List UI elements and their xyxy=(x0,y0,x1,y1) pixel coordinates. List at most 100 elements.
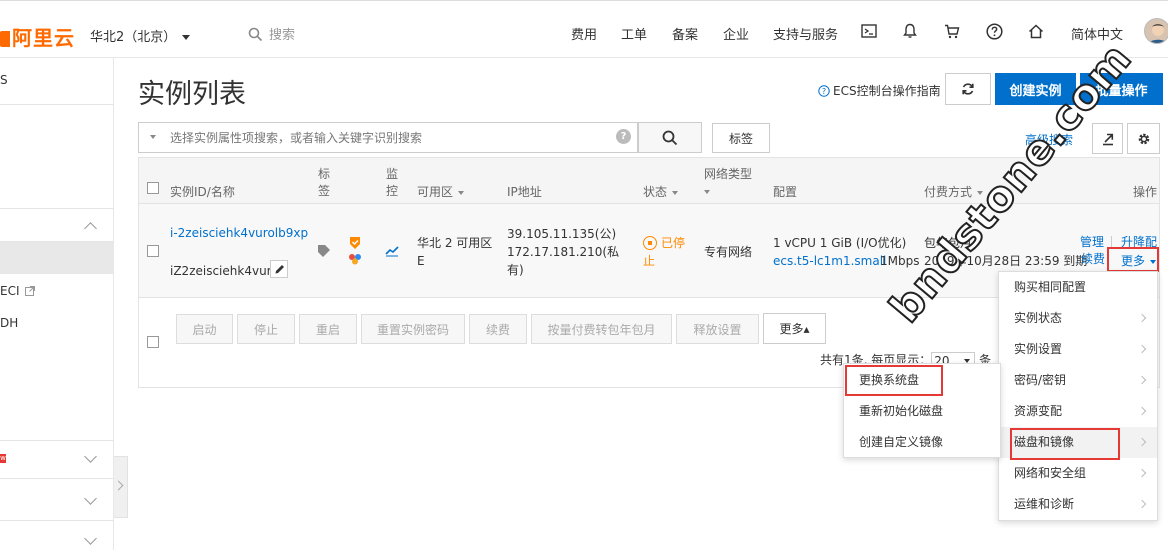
security-icon[interactable] xyxy=(348,236,362,253)
reset-password-button[interactable]: 重置实例密码 xyxy=(361,314,465,344)
region-selector[interactable]: 华北2（北京） xyxy=(90,26,191,45)
nav-tickets[interactable]: 工单 xyxy=(621,24,647,43)
monitor-chart-icon[interactable] xyxy=(385,245,399,260)
menu-item-password-key[interactable]: 密码/密钥 xyxy=(999,365,1157,396)
search-icon xyxy=(662,130,678,145)
sidebar-item-s[interactable]: S xyxy=(0,73,8,87)
divider xyxy=(1111,236,1112,247)
chevron-right-icon xyxy=(1137,344,1147,354)
settings-button[interactable] xyxy=(1127,123,1160,154)
caret-down-icon xyxy=(458,190,465,195)
menu-item-reinit-disk[interactable]: 重新初始化磁盘 xyxy=(844,396,1000,427)
caret-down-icon[interactable] xyxy=(150,135,156,139)
help-icon[interactable]: ? xyxy=(616,129,631,144)
tag-button[interactable]: 标签 xyxy=(712,123,770,153)
external-link-icon xyxy=(24,286,35,296)
menu-item-resource-change[interactable]: 资源变配 xyxy=(999,396,1157,427)
row-checkbox[interactable] xyxy=(147,245,159,257)
stop-button[interactable]: 停止 xyxy=(237,314,295,344)
menu-item-network-security[interactable]: 网络和安全组 xyxy=(999,458,1157,489)
nav-enterprise[interactable]: 企业 xyxy=(723,24,749,43)
chevron-down-icon xyxy=(182,35,191,40)
manage-link[interactable]: 管理 xyxy=(1080,233,1104,251)
select-all-checkbox[interactable] xyxy=(147,182,159,194)
divider xyxy=(0,208,114,209)
menu-item-create-image[interactable]: 创建自定义镜像 xyxy=(844,427,1000,458)
search-icon xyxy=(248,27,263,42)
chevron-right-icon xyxy=(1137,468,1147,478)
convert-billing-button[interactable]: 按量付费转包年包月 xyxy=(531,314,672,344)
column-monitor: 监 控 xyxy=(386,167,399,198)
network-type: 专有网络 xyxy=(704,245,753,259)
nav-support[interactable]: 支持与服务 xyxy=(773,24,838,43)
restart-button[interactable]: 重启 xyxy=(299,314,357,344)
chevron-right-icon xyxy=(1137,375,1147,385)
terminal-icon[interactable] xyxy=(858,20,880,42)
column-ops: 操作 xyxy=(1133,185,1158,199)
column-network[interactable]: 网络类型 xyxy=(704,166,752,200)
stopped-icon xyxy=(643,236,657,250)
console-guide-link[interactable]: ? ECS控制台操作指南 xyxy=(818,82,941,99)
chevron-up-icon[interactable] xyxy=(84,222,97,235)
menu-item-ops-diagnose[interactable]: 运维和诊断 xyxy=(999,489,1157,520)
select-all-bottom-checkbox[interactable] xyxy=(147,336,159,348)
column-config: 配置 xyxy=(773,185,798,199)
chevron-right-icon xyxy=(1137,313,1147,323)
more-menu: 购买相同配置 实例状态 实例设置 密码/密钥 资源变配 磁盘和镜像 网络和安全组… xyxy=(998,271,1158,521)
refresh-button[interactable] xyxy=(945,73,991,105)
instance-id-link[interactable]: i-2zeisciehk4vurolb9xp xyxy=(170,224,308,242)
column-zone[interactable]: 可用区 xyxy=(417,183,465,200)
column-status[interactable]: 状态 xyxy=(643,183,679,200)
highlight-box xyxy=(1010,428,1120,460)
chevron-down-icon[interactable] xyxy=(84,532,97,545)
column-id: 实例ID/名称 xyxy=(170,185,235,199)
instance-type-link[interactable]: ecs.t5-lc1m1.small xyxy=(773,252,886,270)
filter-placeholder: 选择实例属性项搜索，或者输入关键字识别搜索 xyxy=(170,131,423,145)
status-text-2: 止 xyxy=(643,254,656,268)
sidebar-item-dh[interactable]: DH xyxy=(0,316,18,330)
refresh-icon xyxy=(962,83,974,95)
tag-icon[interactable] xyxy=(317,244,332,260)
menu-item-instance-settings[interactable]: 实例设置 xyxy=(999,334,1157,365)
agent-icon[interactable] xyxy=(348,253,362,268)
chevron-right-icon xyxy=(1137,406,1147,416)
export-icon xyxy=(1102,133,1113,145)
help-icon[interactable] xyxy=(983,20,1005,42)
menu-item-buy-same[interactable]: 购买相同配置 xyxy=(999,272,1157,303)
new-badge: w xyxy=(0,454,6,463)
sidebar: S ECI DH w xyxy=(0,58,114,550)
more-button[interactable]: 更多▴ xyxy=(763,313,826,344)
divider xyxy=(0,478,114,479)
edit-name-button[interactable] xyxy=(270,260,288,278)
home-icon[interactable] xyxy=(1025,20,1047,42)
search-button[interactable] xyxy=(638,122,702,153)
sidebar-collapse-toggle[interactable] xyxy=(113,456,128,518)
nav-billing[interactable]: 费用 xyxy=(571,24,597,43)
bell-icon[interactable] xyxy=(899,20,921,42)
chevron-down-icon[interactable] xyxy=(84,450,97,463)
renew-button[interactable]: 续费 xyxy=(469,314,527,344)
renew-link[interactable]: 续费 xyxy=(1081,250,1105,268)
column-ip: IP地址 xyxy=(507,185,542,199)
export-button[interactable] xyxy=(1092,123,1123,154)
status-text: 已停 xyxy=(661,236,686,250)
config-spec: 1 vCPU 1 GiB (I/O优化) xyxy=(773,236,907,250)
top-search[interactable]: 搜索 xyxy=(248,24,295,43)
nav-icp[interactable]: 备案 xyxy=(672,24,698,43)
start-button[interactable]: 启动 xyxy=(176,314,233,344)
logo[interactable]: 阿里云 xyxy=(0,22,75,51)
cart-icon[interactable] xyxy=(941,20,963,42)
sidebar-item-active[interactable] xyxy=(0,242,114,274)
zone-value: 华北 2 可用区 E xyxy=(417,236,493,268)
instance-name: iZ2zeisciehk4vur... xyxy=(170,264,282,278)
avatar[interactable] xyxy=(1144,18,1168,44)
release-setting-button[interactable]: 释放设置 xyxy=(676,314,759,344)
page-title: 实例列表 xyxy=(138,79,246,110)
caret-down-icon xyxy=(704,189,710,194)
chevron-right-icon xyxy=(1137,437,1147,447)
divider xyxy=(0,520,114,521)
chevron-down-icon[interactable] xyxy=(84,492,97,505)
sidebar-item-eci[interactable]: ECI xyxy=(0,284,35,298)
caret-down-icon xyxy=(672,190,679,195)
menu-item-instance-status[interactable]: 实例状态 xyxy=(999,303,1157,334)
